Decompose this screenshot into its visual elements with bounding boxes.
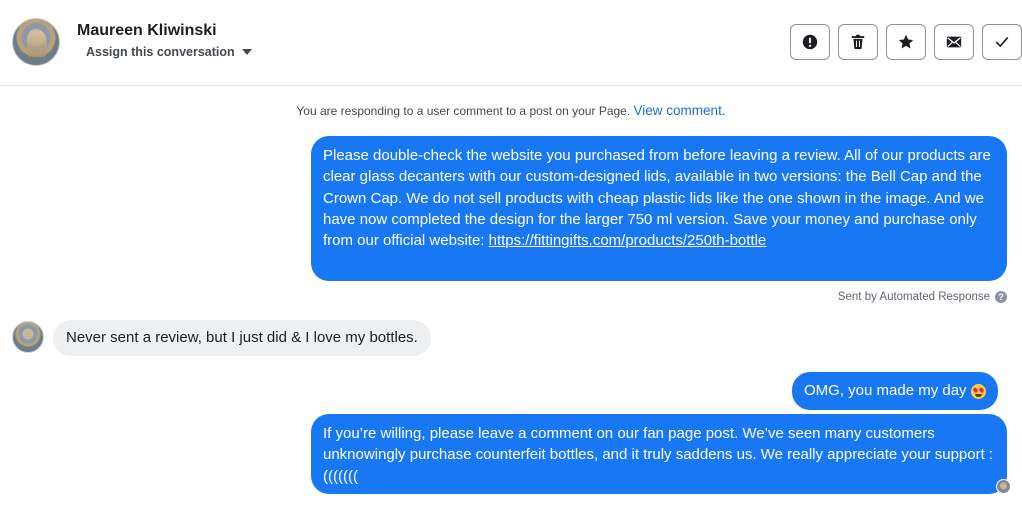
caret-down-icon (241, 49, 252, 55)
outgoing-message: OMG, you made my day (792, 372, 998, 410)
assign-conversation-dropdown[interactable]: Assign this conversation (86, 45, 252, 59)
sent-by-label: Sent by Automated Response (837, 291, 990, 303)
envelope-icon (946, 36, 962, 48)
checkmark-icon (995, 37, 1009, 47)
seen-avatar-icon (996, 479, 1011, 494)
help-icon[interactable]: ? (995, 291, 1007, 303)
mark-done-button[interactable] (982, 24, 1022, 60)
star-icon (898, 34, 914, 49)
sender-avatar[interactable] (12, 321, 44, 353)
contact-avatar[interactable] (12, 18, 60, 66)
assign-label: Assign this conversation (86, 45, 235, 59)
sent-by-meta: Sent by Automated Response ? (838, 291, 1007, 303)
conversation-header: Maureen Kliwinski Assign this conversati… (0, 0, 1022, 86)
contact-name[interactable]: Maureen Kliwinski (77, 22, 217, 40)
incoming-message: Never sent a review, but I just did & I … (53, 320, 431, 356)
mark-unread-button[interactable] (934, 24, 974, 60)
product-link[interactable]: https://fittingifts.com/products/250th-b… (489, 232, 767, 249)
heart-eyes-emoji-icon (970, 383, 986, 399)
exclamation-icon (802, 34, 818, 50)
outgoing-message: Please double-check the website you purc… (311, 136, 1007, 281)
message-text: If you’re willing, please leave a commen… (323, 425, 994, 485)
view-comment-link[interactable]: View comment. (634, 103, 726, 118)
trash-icon (851, 34, 865, 50)
comment-context-notice: You are responding to a user comment to … (0, 103, 1022, 118)
notice-text: You are responding to a user comment to … (296, 104, 631, 118)
conversation-toolbar (790, 24, 1022, 60)
star-button[interactable] (886, 24, 926, 60)
outgoing-message: If you’re willing, please leave a commen… (311, 414, 1007, 494)
delete-button[interactable] (838, 24, 878, 60)
message-text: Never sent a review, but I just did & I … (66, 329, 418, 347)
message-text: OMG, you made my day (804, 382, 967, 400)
report-button[interactable] (790, 24, 830, 60)
